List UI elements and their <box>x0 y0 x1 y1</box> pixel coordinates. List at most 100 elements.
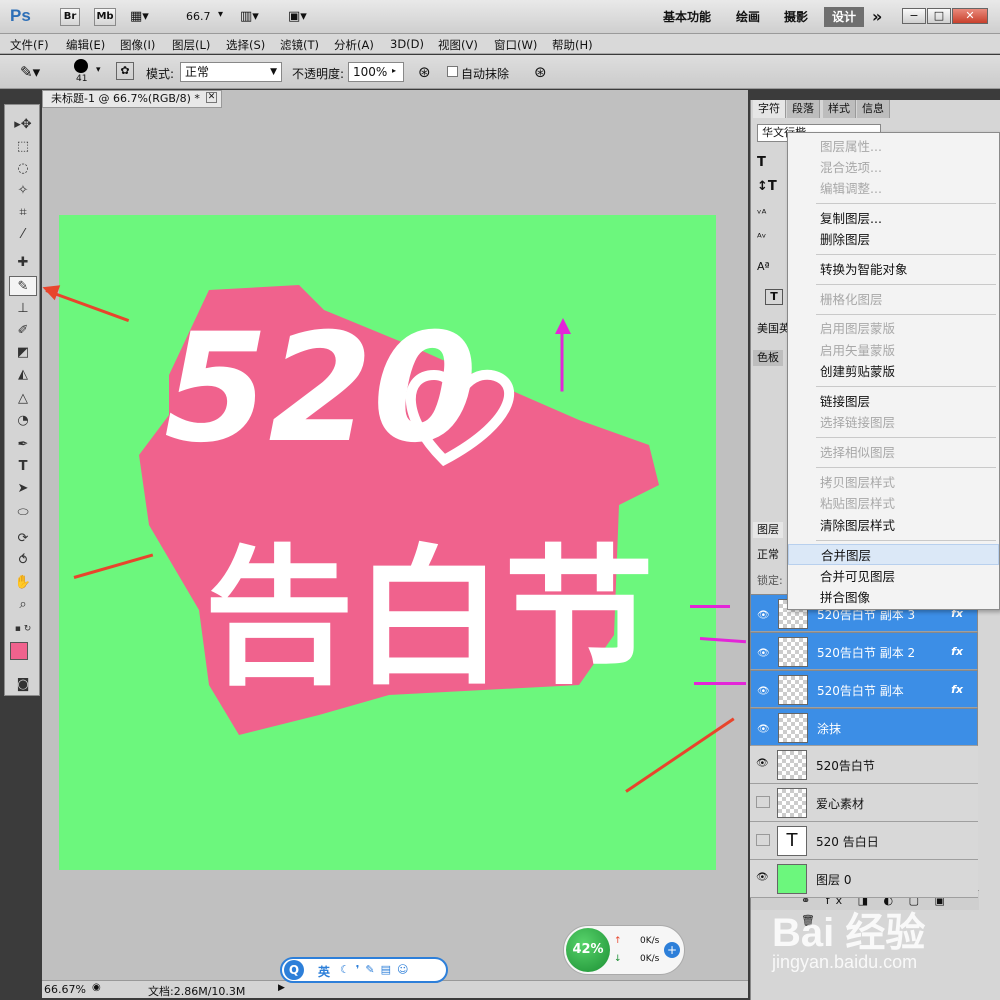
menu-item-blending-options[interactable]: 混合选项... <box>788 157 999 178</box>
brush-tool-icon[interactable]: ✎ <box>9 276 37 296</box>
tab-layers[interactable]: 图层 <box>753 522 783 538</box>
menu-item-enable-layer-mask[interactable]: 启用图层蒙版 <box>788 318 999 339</box>
healing-brush-tool-icon[interactable]: ✚ <box>9 253 37 273</box>
menu-item-merge-layers[interactable]: 合并图层 <box>788 544 999 565</box>
menu-item-convert-smart-object[interactable]: 转换为智能对象 <box>788 259 999 280</box>
menu-item-select-similar-layers[interactable]: 选择相似图层 <box>788 442 999 463</box>
bridge-button[interactable]: Br <box>60 8 80 26</box>
zoom-tool-icon[interactable]: ⌕ <box>9 595 37 615</box>
menu-item-enable-vector-mask[interactable]: 启用矢量蒙版 <box>788 340 999 361</box>
menu-filter[interactable]: 滤镜(T) <box>280 37 319 53</box>
arrange-documents-icon[interactable]: ▥▾ <box>240 9 259 24</box>
menu-image[interactable]: 图像(I) <box>120 37 155 53</box>
menu-item-merge-visible[interactable]: 合并可见图层 <box>788 566 999 587</box>
menu-item-edit-adjustment[interactable]: 编辑调整... <box>788 178 999 199</box>
tab-swatches[interactable]: 色板 <box>753 350 783 366</box>
screen-mode-icon[interactable]: ▣▾ <box>288 9 307 24</box>
layer-row[interactable]: 👁 520告白节 副本 2 fx <box>750 632 978 670</box>
crop-tool-icon[interactable]: ⌗ <box>9 203 37 223</box>
status-info-icon[interactable]: ◉ <box>92 982 101 993</box>
layer-row[interactable]: 👁 520告白节 <box>750 746 978 784</box>
layer-visibility-eye-icon[interactable]: 👁 <box>756 872 770 884</box>
menu-item-copy-layer-style[interactable]: 拷贝图层样式 <box>788 472 999 493</box>
menu-item-layer-properties[interactable]: 图层属性... <box>788 136 999 157</box>
menu-item-duplicate-layer[interactable]: 复制图层... <box>788 208 999 229</box>
menu-select[interactable]: 选择(S) <box>226 37 265 53</box>
menu-item-create-clipping-mask[interactable]: 创建剪贴蒙版 <box>788 361 999 382</box>
history-brush-tool-icon[interactable]: ✐ <box>9 321 37 341</box>
ime-language[interactable]: 英 <box>318 963 330 980</box>
menu-layer[interactable]: 图层(L) <box>172 37 210 53</box>
view-extras-icon[interactable]: ▦▾ <box>130 9 149 24</box>
move-tool-icon[interactable]: ▸✥ <box>9 115 37 135</box>
mini-bridge-button[interactable]: Mb <box>94 8 116 26</box>
zoom-dropdown-icon[interactable]: ▾ <box>218 9 223 20</box>
faux-bold-icon[interactable]: T <box>765 289 783 305</box>
menu-item-flatten-image[interactable]: 拼合图像 <box>788 587 999 608</box>
clone-stamp-tool-icon[interactable]: ⊥ <box>9 299 37 319</box>
network-add-icon[interactable]: + <box>664 942 680 958</box>
menu-view[interactable]: 视图(V) <box>438 37 478 53</box>
menu-help[interactable]: 帮助(H) <box>552 37 593 53</box>
menu-3d[interactable]: 3D(D) <box>390 37 424 51</box>
blur-tool-icon[interactable]: △ <box>9 389 37 409</box>
opacity-slider-chevron-icon[interactable]: ▸ <box>392 66 396 75</box>
hand-tool-icon[interactable]: ✋ <box>9 573 37 593</box>
workspace-photography[interactable]: 摄影 <box>776 7 816 27</box>
menu-edit[interactable]: 编辑(E) <box>66 37 105 53</box>
network-monitor-widget[interactable]: 42% ↑ 0K/s ↓ 0K/s + <box>563 925 685 975</box>
tab-styles[interactable]: 样式 <box>823 100 856 118</box>
default-colors-icon[interactable]: ▪ ↻ <box>9 619 37 639</box>
auto-erase-checkbox[interactable] <box>447 66 458 77</box>
document-tab[interactable]: 未标题-1 @ 66.7%(RGB/8) * ✕ <box>42 90 222 108</box>
quick-mask-icon[interactable]: ◙ <box>9 675 37 695</box>
ellipse-shape-tool-icon[interactable]: ⬭ <box>9 503 37 523</box>
menu-item-select-linked-layers[interactable]: 选择链接图层 <box>788 412 999 433</box>
brush-panel-toggle-icon[interactable]: ✿ <box>116 62 134 80</box>
eraser-tool-icon[interactable]: ◩ <box>9 343 37 363</box>
layer-row[interactable]: 👁 涂抹 <box>750 708 978 746</box>
language-select[interactable]: 美国英 <box>757 320 790 336</box>
document-canvas[interactable]: 520 告白节 <box>59 215 716 870</box>
workspace-painting[interactable]: 绘画 <box>728 7 768 27</box>
layer-visibility-eye-icon[interactable]: 👁 <box>757 607 771 621</box>
tab-info[interactable]: 信息 <box>857 100 890 118</box>
menu-item-paste-layer-style[interactable]: 粘贴图层样式 <box>788 493 999 514</box>
close-button[interactable]: ✕ <box>952 8 988 24</box>
layer-fx-icon[interactable]: fx <box>951 643 963 661</box>
menu-item-rasterize-layer[interactable]: 栅格化图层 <box>788 289 999 310</box>
layer-visibility-empty-icon[interactable] <box>756 834 770 846</box>
tab-paragraph[interactable]: 段落 <box>787 100 820 118</box>
layer-fx-icon[interactable]: fx <box>951 681 963 699</box>
menu-analysis[interactable]: 分析(A) <box>334 37 374 53</box>
blend-mode-select[interactable]: 正常 <box>757 546 779 562</box>
menu-item-clear-layer-style[interactable]: 清除图层样式 <box>788 515 999 536</box>
zoom-level[interactable]: 66.7 <box>186 10 211 23</box>
3d-orbit-tool-icon[interactable]: ⥀ <box>9 551 37 571</box>
layer-visibility-eye-icon[interactable]: 👁 <box>757 683 771 697</box>
menu-file[interactable]: 文件(F) <box>10 37 49 53</box>
tab-character[interactable]: 字符 <box>753 100 786 118</box>
layer-row[interactable]: T 520 告白日 <box>750 822 978 860</box>
layer-row[interactable]: 爱心素材 <box>750 784 978 822</box>
brush-preview-icon[interactable] <box>74 59 88 73</box>
paint-bucket-tool-icon[interactable]: ◭ <box>9 365 37 385</box>
status-menu-icon[interactable]: ▶ <box>278 983 285 993</box>
workspace-essentials[interactable]: 基本功能 <box>655 7 719 27</box>
lasso-tool-icon[interactable]: ◌ <box>9 159 37 179</box>
dodge-tool-icon[interactable]: ◔ <box>9 411 37 431</box>
ime-logo-icon[interactable]: Q <box>284 960 304 980</box>
quick-select-tool-icon[interactable]: ✧ <box>9 181 37 201</box>
workspace-design[interactable]: 设计 <box>824 7 865 27</box>
pressure-opacity-icon[interactable]: ⊛ <box>418 63 431 81</box>
marquee-tool-icon[interactable]: ⬚ <box>9 137 37 157</box>
menu-item-link-layers[interactable]: 链接图层 <box>788 391 999 412</box>
layer-visibility-eye-icon[interactable]: 👁 <box>756 758 770 770</box>
ime-tools-icons[interactable]: ☾❜✎▤☺ <box>340 963 414 976</box>
layer-visibility-eye-icon[interactable]: 👁 <box>757 645 771 659</box>
brush-tool-preset-icon[interactable]: ✎▾ <box>20 63 40 81</box>
layer-visibility-eye-icon[interactable]: 👁 <box>757 721 771 735</box>
pen-tool-icon[interactable]: ✒ <box>9 435 37 455</box>
maximize-button[interactable]: □ <box>927 8 951 24</box>
layer-visibility-empty-icon[interactable] <box>756 796 770 808</box>
